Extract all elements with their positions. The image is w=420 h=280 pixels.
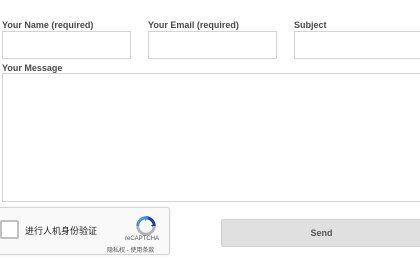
recaptcha-terms-link[interactable]: 使用条款 [130,248,154,254]
subject-label: Subject [294,20,327,30]
send-button[interactable]: Send [221,219,420,247]
recaptcha-privacy-link[interactable]: 隐私权 [107,248,125,254]
subject-input[interactable] [294,31,420,59]
message-label: Your Message [2,63,63,73]
recaptcha-brand-text: reCAPTCHA [125,236,160,242]
email-input[interactable] [148,31,277,59]
recaptcha-checkbox-label: 进行人机身份验证 [25,226,98,236]
name-input[interactable] [2,31,131,59]
name-label: Your Name (required) [2,20,94,30]
contact-form: Your Name (required) Your Email (require… [0,0,420,280]
recaptcha-logo-icon [136,216,156,236]
email-label: Your Email (required) [148,20,239,30]
recaptcha-widget: 进行人机身份验证 reCAPTCHA 隐私权 - 使用条款 [0,207,170,255]
message-textarea[interactable] [2,73,420,202]
recaptcha-checkbox[interactable] [0,220,19,239]
recaptcha-links: 隐私权 - 使用条款 [107,245,154,254]
